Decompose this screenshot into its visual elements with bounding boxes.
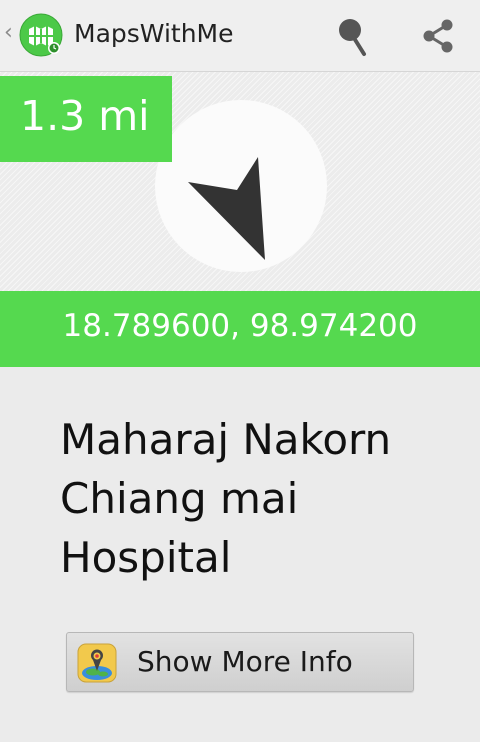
share-icon: [423, 19, 453, 53]
globe-pin-icon: [77, 643, 117, 683]
compass-area: 1.3 mi: [0, 72, 480, 291]
map-pin-icon: [339, 19, 366, 56]
place-name-line-2: Chiang mai: [60, 474, 299, 523]
place-name-line-3: Hospital: [60, 533, 232, 582]
action-bar: ‹ MapsWithMe: [0, 0, 480, 72]
show-more-info-label: Show More Info: [137, 645, 353, 678]
distance-value: 1.3 mi: [20, 92, 150, 140]
share-button[interactable]: [416, 14, 460, 58]
app-title: MapsWithMe: [74, 19, 234, 48]
direction-arrow-icon: [188, 157, 265, 260]
distance-badge: 1.3 mi: [0, 76, 172, 162]
mapswithme-app-icon: [19, 13, 63, 57]
coordinates-bar[interactable]: 18.789600, 98.974200: [0, 291, 480, 367]
place-name: Maharaj Nakorn Chiang mai Hospital: [60, 410, 460, 587]
coordinates-text: 18.789600, 98.974200: [62, 308, 418, 344]
show-more-info-button[interactable]: Show More Info: [66, 632, 414, 692]
up-caret-icon[interactable]: ‹: [4, 22, 13, 44]
map-pin-button[interactable]: [330, 14, 374, 58]
app-icon[interactable]: [18, 12, 64, 58]
place-name-line-1: Maharaj Nakorn: [60, 415, 392, 464]
